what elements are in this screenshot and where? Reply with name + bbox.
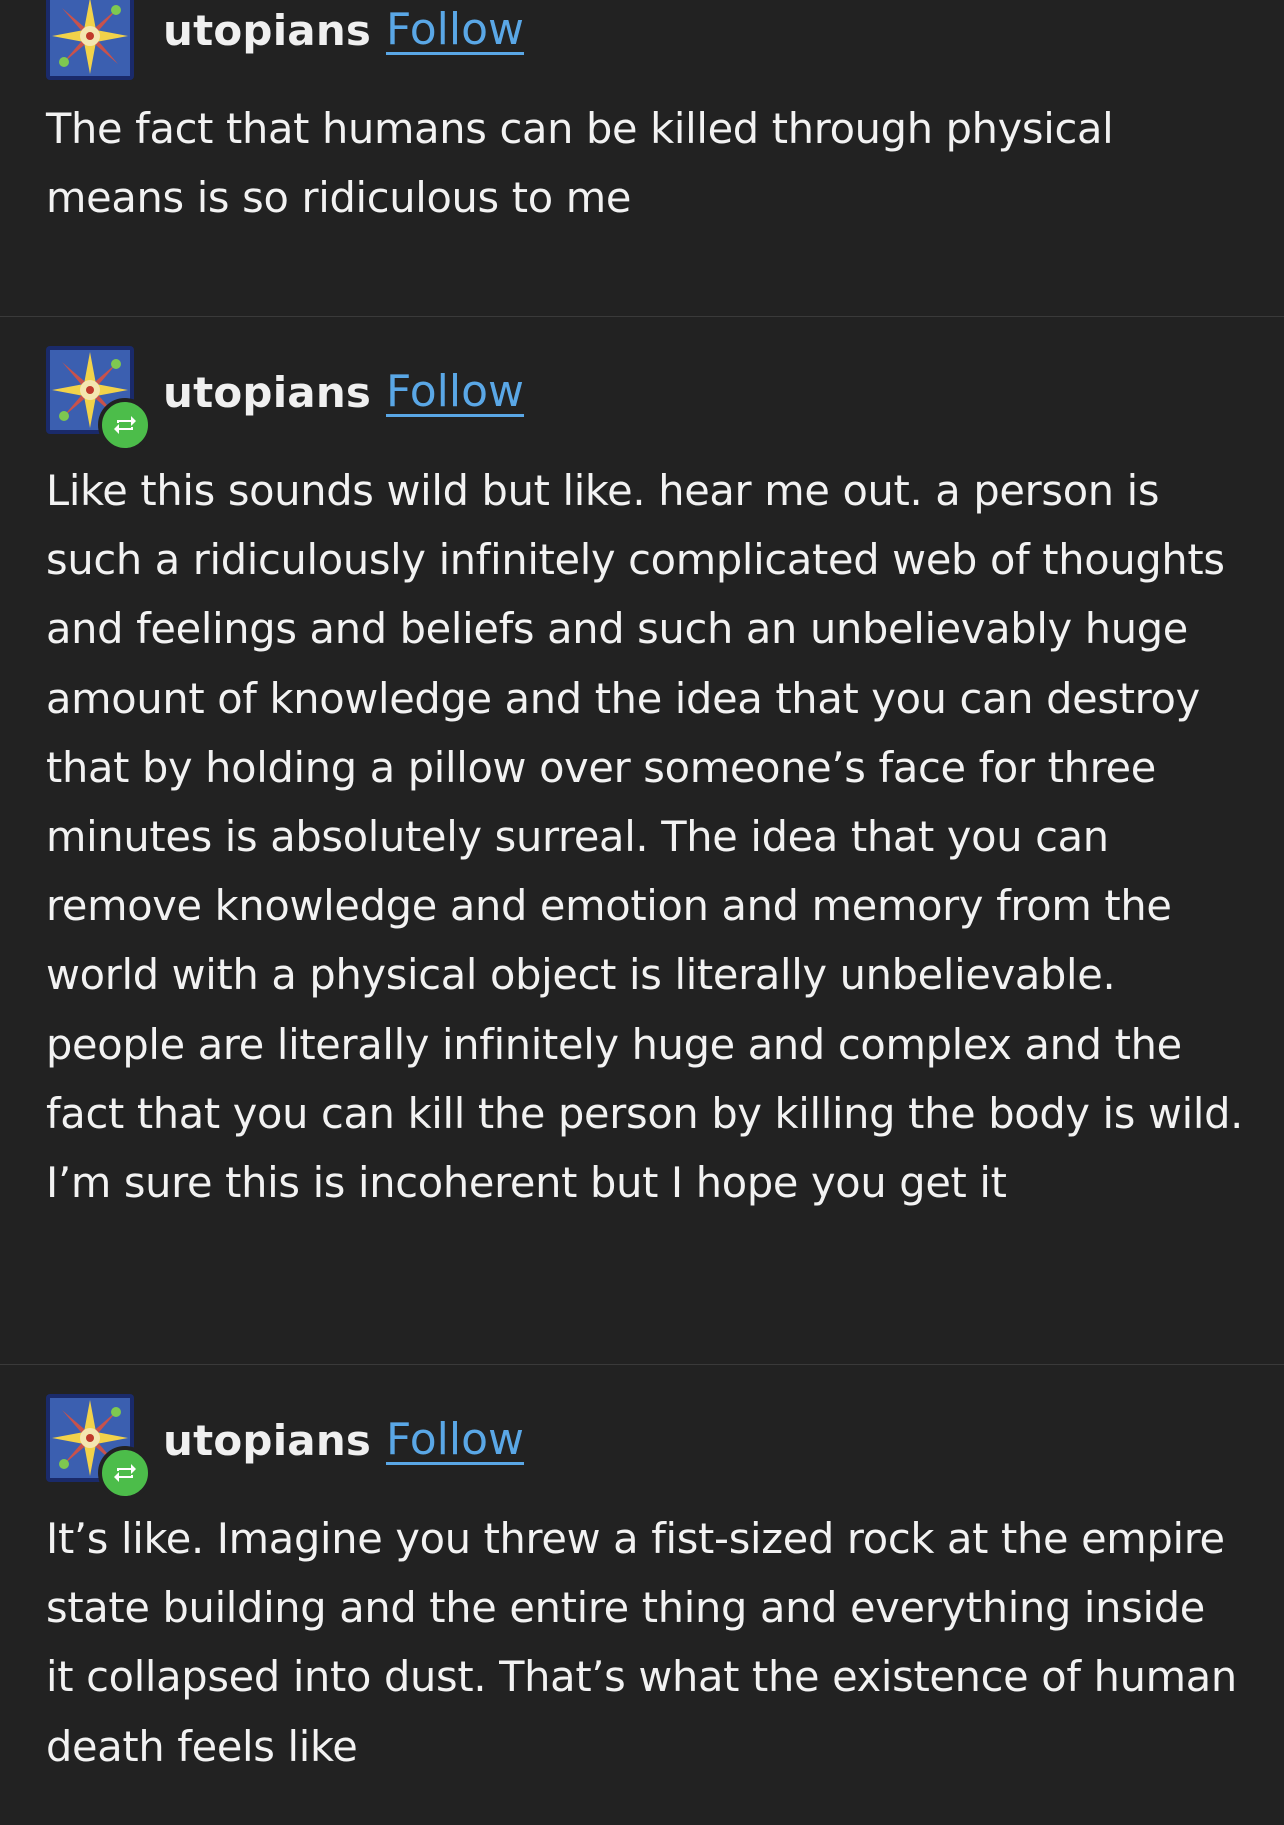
post-header: utopians Follow — [46, 0, 1244, 82]
post-divider — [0, 1364, 1284, 1365]
reblog-badge — [98, 1446, 152, 1500]
username[interactable]: utopians — [163, 1416, 371, 1465]
reblog-badge — [98, 398, 152, 452]
follow-button[interactable]: Follow — [386, 1414, 524, 1465]
post-text: It’s like. Imagine you threw a fist-size… — [46, 1514, 1237, 1771]
avatar[interactable] — [46, 1394, 152, 1500]
username[interactable]: utopians — [163, 368, 371, 417]
reblog-icon — [114, 416, 136, 434]
post-text: Like this sounds wild but like. hear me … — [46, 466, 1244, 1208]
post-header: utopians Follow — [46, 1394, 1244, 1500]
follow-button[interactable]: Follow — [386, 4, 524, 55]
post-header: utopians Follow — [46, 346, 1244, 452]
avatar-art-icon — [46, 0, 134, 80]
post-3: utopians Follow It’s like. Imagine you t… — [0, 1394, 1284, 1781]
avatar[interactable] — [46, 346, 152, 452]
post-1: utopians Follow The fact that humans can… — [0, 0, 1284, 232]
post-divider — [0, 316, 1284, 317]
post-text: The fact that humans can be killed throu… — [46, 104, 1114, 223]
post-2: utopians Follow Like this sounds wild bu… — [0, 346, 1284, 1217]
follow-button[interactable]: Follow — [386, 366, 524, 417]
reblog-icon — [114, 1464, 136, 1482]
username[interactable]: utopians — [163, 6, 371, 55]
avatar[interactable] — [46, 0, 134, 80]
